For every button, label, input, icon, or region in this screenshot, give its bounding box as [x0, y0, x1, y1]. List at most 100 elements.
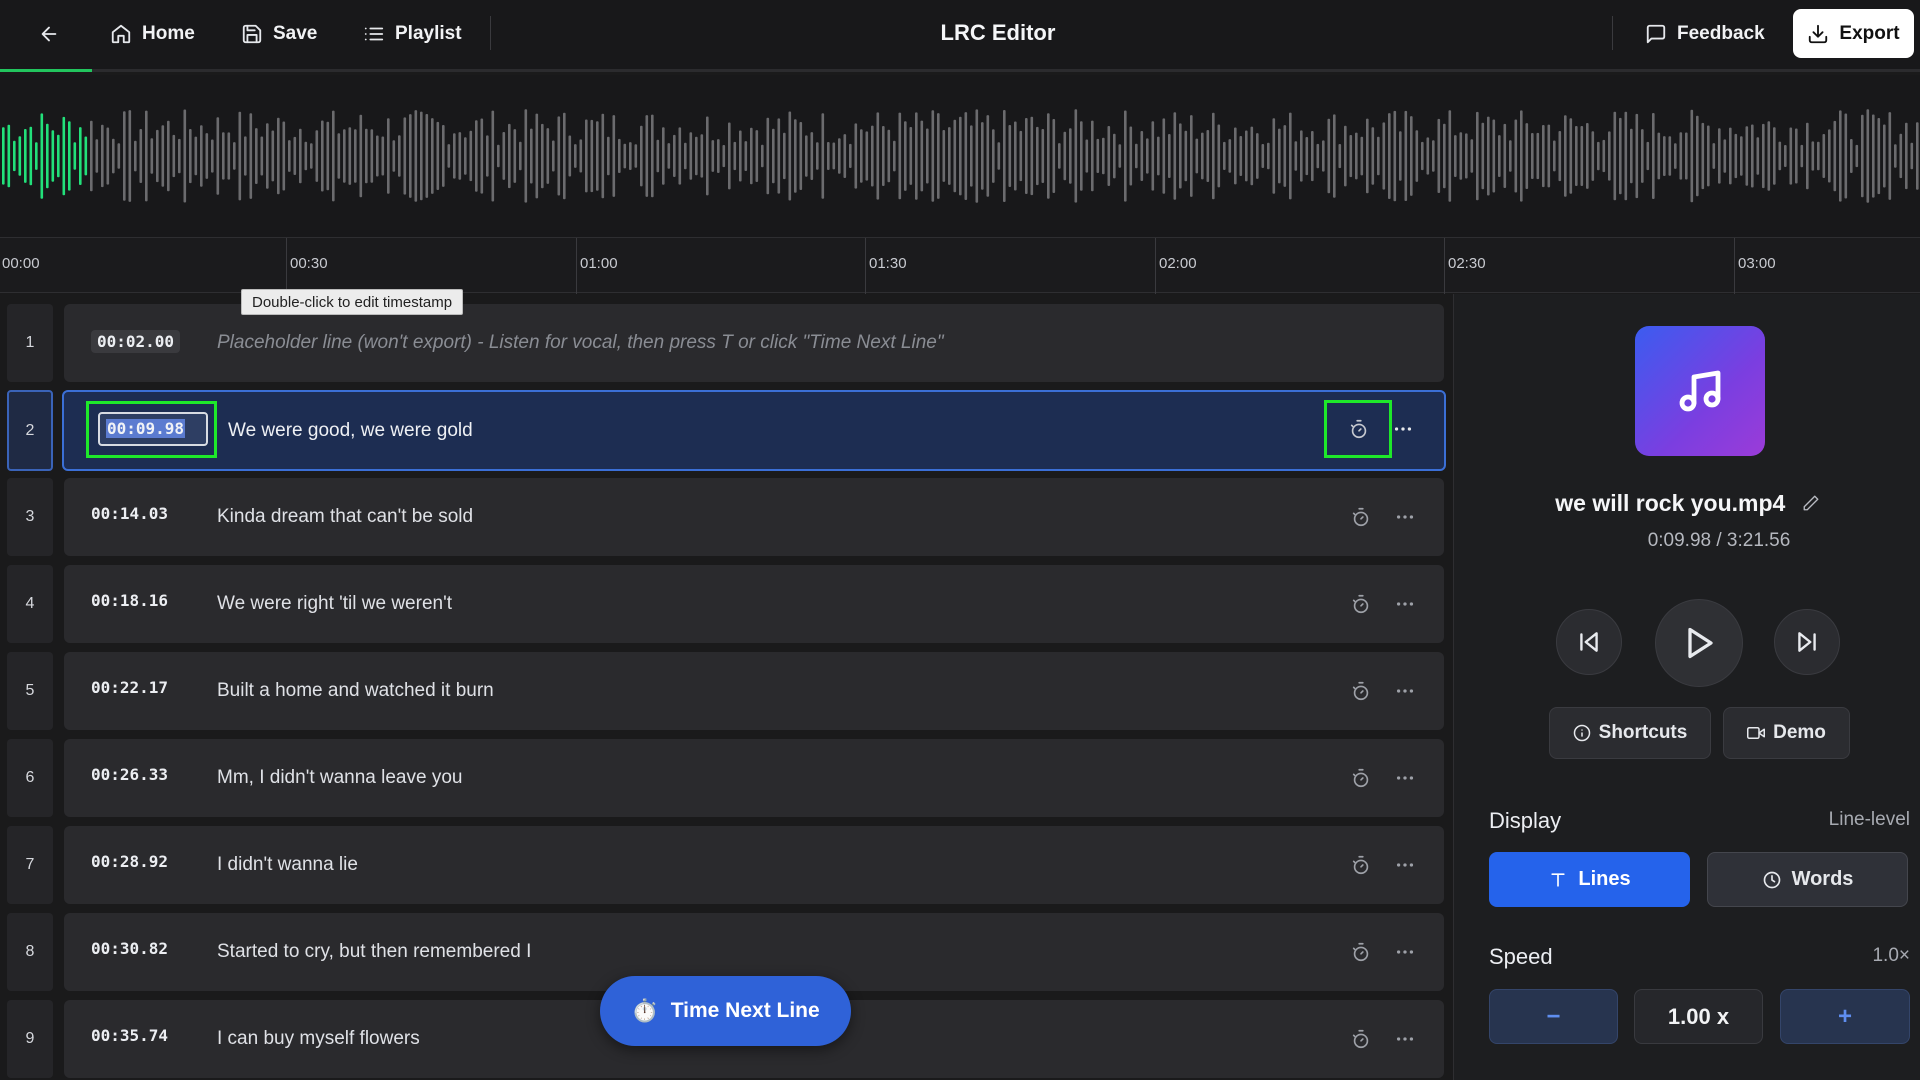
lyric-card[interactable]: 00:18.16 We were right 'til we weren't	[64, 565, 1444, 643]
lines-toggle[interactable]: Lines	[1489, 852, 1690, 907]
set-time-button[interactable]	[1350, 1028, 1372, 1050]
waveform-bar	[1806, 122, 1809, 190]
timestamp[interactable]: 00:35.74	[91, 1026, 168, 1045]
waveform-bar	[695, 136, 698, 176]
lyric-row[interactable]: 1 00:02.00 Placeholder line (won't expor…	[0, 304, 1453, 382]
more-button[interactable]	[1392, 418, 1414, 440]
waveform-bar	[755, 130, 759, 182]
speed-increase-button[interactable]: +	[1780, 989, 1910, 1044]
play-button[interactable]	[1655, 599, 1743, 687]
waveform-bar	[1091, 120, 1094, 192]
waveform-bar	[1916, 122, 1919, 190]
waveform-bar	[667, 143, 671, 169]
more-button[interactable]	[1394, 506, 1416, 528]
lyric-row[interactable]: 3 00:14.03 Kinda dream that can't be sol…	[0, 478, 1453, 556]
waveform-bar	[1608, 131, 1611, 181]
timestamp[interactable]: 00:22.17	[91, 678, 168, 697]
lyric-card[interactable]: 00:28.92 I didn't wanna lie	[64, 826, 1444, 904]
lyric-text[interactable]: Started to cry, but then remembered I	[217, 941, 531, 963]
lyric-text[interactable]: We were right 'til we weren't	[217, 593, 452, 615]
timestamp[interactable]: 00:28.92	[91, 852, 168, 871]
waveform-bar	[1212, 112, 1215, 200]
waveform-bar	[1113, 133, 1116, 179]
more-button[interactable]	[1394, 593, 1416, 615]
feedback-button[interactable]: Feedback	[1645, 14, 1765, 54]
rename-button[interactable]	[1802, 491, 1820, 518]
set-time-button[interactable]	[1350, 593, 1372, 615]
set-time-button[interactable]	[1350, 506, 1372, 528]
waveform-bar	[1052, 119, 1056, 193]
set-time-button[interactable]	[1350, 680, 1372, 702]
lyric-text[interactable]: Kinda dream that can't be sold	[217, 506, 473, 528]
lyric-card[interactable]: 00:22.17 Built a home and watched it bur…	[64, 652, 1444, 730]
more-button[interactable]	[1394, 1028, 1416, 1050]
text-icon	[1551, 872, 1566, 887]
set-time-button[interactable]	[1350, 854, 1372, 876]
waveform-bar	[656, 139, 660, 173]
waveform-bar	[145, 110, 148, 202]
waveform-bar	[1377, 136, 1380, 176]
lyric-row[interactable]: 7 00:28.92 I didn't wanna lie	[0, 826, 1453, 904]
speed-decrease-button[interactable]: −	[1489, 989, 1618, 1044]
waveform-bar	[574, 144, 577, 168]
waveform-bar	[1272, 118, 1276, 194]
waveform-bar	[1690, 109, 1694, 203]
waveform-bar	[717, 139, 720, 173]
lyric-card[interactable]: 00:02.00 Placeholder line (won't export)…	[64, 304, 1444, 382]
timestamp[interactable]: 00:26.33	[91, 765, 168, 784]
timestamp[interactable]: 00:18.16	[91, 591, 168, 610]
waveform-bar	[546, 128, 550, 184]
line-number: 7	[7, 826, 53, 904]
timestamp[interactable]: 00:30.82	[91, 939, 168, 958]
timeline-ruler[interactable]: 00:00 00:30 01:00 01:30 02:00 02:30 03:0…	[0, 237, 1920, 294]
waveform-bar	[777, 118, 781, 194]
waveform-bar	[1756, 137, 1760, 175]
waveform[interactable]	[0, 75, 1920, 237]
timestamp[interactable]: 00:14.03	[91, 504, 168, 523]
waveform-bar	[1261, 144, 1265, 168]
next-button[interactable]	[1774, 609, 1840, 675]
set-time-button[interactable]	[1348, 418, 1370, 440]
lyric-card[interactable]: 00:09.98 We were good, we were gold	[62, 390, 1446, 471]
words-toggle[interactable]: Words	[1707, 852, 1908, 907]
waveform-bar	[442, 125, 445, 187]
waveform-bar	[700, 134, 704, 178]
lyric-row-active[interactable]: 2 00:09.98 We were good, we were gold	[0, 390, 1453, 471]
set-time-button[interactable]	[1350, 767, 1372, 789]
demo-button[interactable]: Demo	[1723, 707, 1850, 759]
waveform-bar	[1877, 118, 1881, 195]
more-button[interactable]	[1394, 854, 1416, 876]
lyric-row[interactable]: 4 00:18.16 We were right 'til we weren't	[0, 565, 1453, 643]
waveform-bar	[788, 111, 792, 201]
lyric-row[interactable]: 5 00:22.17 Built a home and watched it b…	[0, 652, 1453, 730]
waveform-bar	[189, 129, 192, 184]
previous-button[interactable]	[1556, 609, 1622, 675]
lyric-text[interactable]: Built a home and watched it burn	[217, 680, 494, 702]
more-button[interactable]	[1394, 941, 1416, 963]
lyric-card[interactable]: 00:14.03 Kinda dream that can't be sold	[64, 478, 1444, 556]
lyric-text[interactable]: I can buy myself flowers	[217, 1028, 420, 1050]
waveform-bar	[1228, 139, 1232, 173]
waveform-bar	[1740, 136, 1743, 176]
export-button[interactable]: Export	[1793, 9, 1914, 58]
waveform-bar	[1553, 140, 1556, 172]
timestamp[interactable]: 00:02.00	[91, 330, 181, 353]
set-time-button[interactable]	[1350, 941, 1372, 963]
lyric-row[interactable]: 6 00:26.33 Mm, I didn't wanna leave you	[0, 739, 1453, 817]
waveform-bar	[1558, 131, 1562, 182]
waveform-bar	[1047, 113, 1050, 199]
lyric-text[interactable]: We were good, we were gold	[228, 420, 473, 442]
shortcuts-button[interactable]: Shortcuts	[1549, 707, 1711, 759]
lyric-text[interactable]: Mm, I didn't wanna leave you	[217, 767, 462, 789]
waveform-bar	[90, 120, 93, 192]
waveform-bar	[1817, 141, 1820, 171]
lyric-text[interactable]: I didn't wanna lie	[217, 854, 358, 876]
more-button[interactable]	[1394, 680, 1416, 702]
more-button[interactable]	[1394, 767, 1416, 789]
lines-label: Lines	[1578, 868, 1631, 890]
lyric-card[interactable]: 00:26.33 Mm, I didn't wanna leave you	[64, 739, 1444, 817]
lyric-text[interactable]: Placeholder line (won't export) - Listen…	[217, 332, 944, 354]
time-next-line-button[interactable]: ⏱️ Time Next Line	[600, 976, 851, 1046]
words-label: Words	[1791, 868, 1854, 890]
timestamp-input[interactable]: 00:09.98	[98, 412, 208, 446]
